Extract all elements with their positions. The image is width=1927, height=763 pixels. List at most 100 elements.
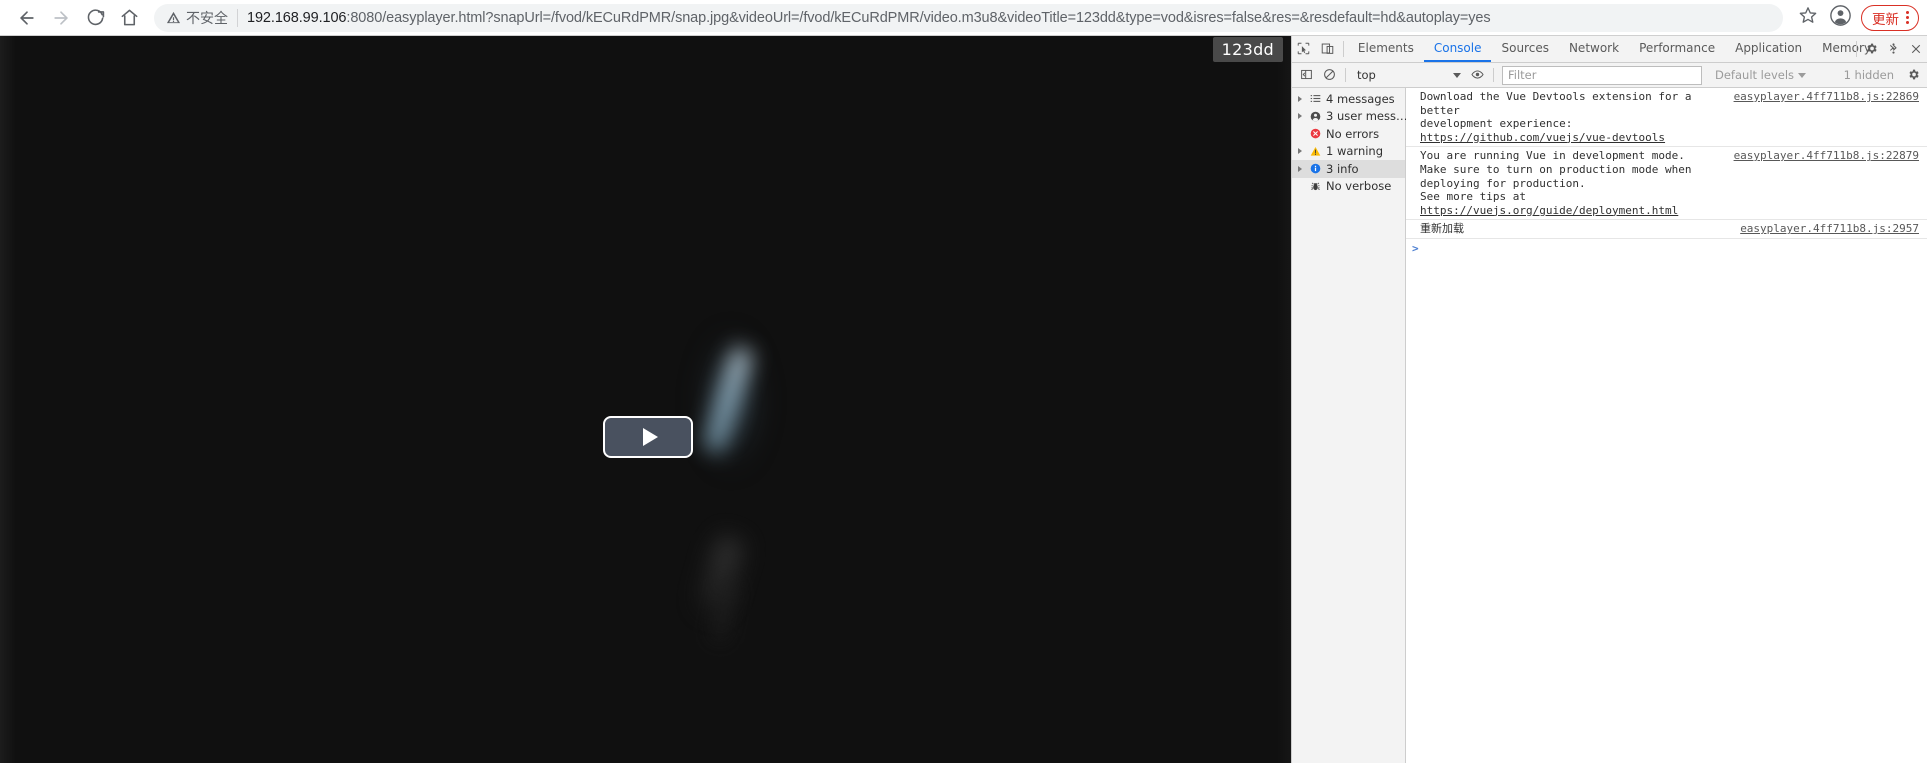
message-line-2: development experience: [1420,117,1573,131]
tab-console[interactable]: Console [1423,36,1492,62]
console-prompt[interactable]: > [1406,239,1927,257]
execution-context-value: top [1357,68,1376,82]
message-line-2: Make sure to turn on production mode whe… [1420,162,1699,190]
chevron-right-icon[interactable] [1295,95,1304,102]
close-icon [1910,40,1922,59]
star-icon [1799,6,1817,29]
device-toolbar-icon [1321,40,1334,59]
message-line-3-prefix: See more tips at [1420,190,1533,204]
reload-icon [86,8,105,27]
console-message[interactable]: You are running Vue in development mode.… [1406,147,1927,221]
play-button[interactable] [603,416,693,458]
chevron-right-icon[interactable] [1295,148,1304,155]
url-rest: :8080/easyplayer.html?snapUrl=/fvod/kECu… [346,9,1491,26]
bug-icon [1308,181,1322,192]
message-line-1: Download the Vue Devtools extension for … [1420,90,1699,117]
error-icon [1308,128,1322,139]
sidebar-item-label: 3 user mess… [1326,109,1408,124]
chevron-right-icon[interactable] [1295,165,1304,172]
prompt-chevron-icon: > [1412,241,1419,255]
info-icon [1308,163,1322,174]
warning-icon [1308,146,1322,157]
console-settings-button[interactable] [1903,65,1923,85]
devtools-actions [1861,36,1927,62]
execution-context-select[interactable]: top [1352,66,1464,85]
video-title-badge: 123dd [1212,37,1283,62]
devtools-tab-list: Elements Console Sources Network Perform… [1348,36,1898,62]
video-player[interactable]: 123dd [0,36,1291,763]
sidebar-item-warnings[interactable]: 1 warning [1292,143,1405,161]
console-filter-input[interactable]: Filter [1502,65,1702,85]
player-edge-right [1277,36,1291,763]
home-button[interactable] [112,1,146,35]
console-message[interactable]: 重新加载 easyplayer.4ff711b8.js:2957 [1406,220,1927,239]
tab-performance[interactable]: Performance [1629,36,1725,62]
home-icon [120,8,139,27]
avatar-icon [1829,4,1851,31]
gear-icon [1907,66,1920,85]
message-link[interactable]: https://vuejs.org/guide/deployment.html [1420,204,1678,217]
devtools-tabbar: Elements Console Sources Network Perform… [1292,36,1927,63]
profile-button[interactable] [1825,3,1855,33]
inspect-element-button[interactable] [1292,36,1316,62]
sidebar-item-messages[interactable]: 4 messages [1292,90,1405,108]
page-content: 123dd Elements Console Sources Network P… [0,36,1927,763]
devtools-close-button[interactable] [1905,40,1927,59]
sidebar-item-verbose[interactable]: No verbose [1292,178,1405,196]
sidebar-item-label: No verbose [1326,179,1392,194]
console-message-source[interactable]: easyplayer.4ff711b8.js:22879 [1734,149,1919,163]
clear-console-button[interactable] [1319,65,1339,85]
site-security-chip[interactable]: 不安全 [166,8,238,27]
message-line-1: You are running Vue in development mode. [1420,149,1685,163]
console-sidebar-icon [1300,66,1313,85]
live-expression-button[interactable] [1467,65,1487,85]
device-toolbar-button[interactable] [1316,36,1340,62]
log-levels-label: Default levels [1715,68,1795,82]
chevron-down-icon [1798,72,1807,78]
hidden-messages-count: 1 hidden [1843,68,1894,82]
browser-toolbar: 不安全 192.168.99.106:8080/easyplayer.html?… [0,0,1927,36]
live-expression-icon [1470,66,1484,85]
security-label: 不安全 [186,9,228,26]
console-message-list[interactable]: Download the Vue Devtools extension for … [1406,88,1927,763]
console-message-source[interactable]: easyplayer.4ff711b8.js:22869 [1734,90,1919,104]
console-toolbar-divider-1 [1345,68,1346,82]
devtools-more-button[interactable] [1883,40,1905,59]
kebab-menu-icon[interactable] [1901,11,1914,24]
tab-application[interactable]: Application [1725,36,1812,62]
console-toolbar-divider-2 [1493,68,1494,82]
tab-network[interactable]: Network [1559,36,1629,62]
sidebar-item-user-messages[interactable]: 3 user mess… [1292,108,1408,126]
console-message[interactable]: Download the Vue Devtools extension for … [1406,88,1927,148]
sidebar-item-errors[interactable]: No errors [1292,125,1405,143]
console-message-source[interactable]: easyplayer.4ff711b8.js:2957 [1740,222,1919,236]
console-sidebar-toggle[interactable] [1296,65,1316,85]
sidebar-item-info[interactable]: 3 info [1292,160,1405,178]
arrow-left-icon [17,8,37,28]
address-bar[interactable]: 不安全 192.168.99.106:8080/easyplayer.html?… [154,3,1783,32]
devtools-panel: Elements Console Sources Network Perform… [1291,36,1927,763]
url-host: 192.168.99.106 [247,9,347,26]
sidebar-item-label: 4 messages [1326,91,1395,106]
update-button[interactable]: 更新 [1861,4,1919,31]
clear-console-icon [1323,66,1336,85]
player-edge-left [0,36,16,763]
actions-divider [1856,41,1857,57]
chevron-right-icon[interactable] [1295,113,1304,120]
kebab-menu-icon [1887,40,1900,59]
console-toolbar: top Filter Default levels 1 hidden [1292,63,1927,88]
bookmark-button[interactable] [1793,3,1823,33]
chevron-down-icon [1453,72,1461,78]
tab-sources[interactable]: Sources [1491,36,1558,62]
gear-icon [1865,40,1878,59]
devtools-settings-button[interactable] [1861,40,1883,59]
message-link[interactable]: https://github.com/vuejs/vue-devtools [1420,131,1665,144]
forward-button[interactable] [44,1,78,35]
back-button[interactable] [10,1,44,35]
inspect-element-icon [1297,40,1310,59]
reload-button[interactable] [78,1,112,35]
tab-elements[interactable]: Elements [1348,36,1424,62]
log-levels-dropdown[interactable]: Default levels [1715,68,1807,82]
sidebar-item-label: No errors [1326,126,1380,141]
list-icon [1308,93,1322,104]
